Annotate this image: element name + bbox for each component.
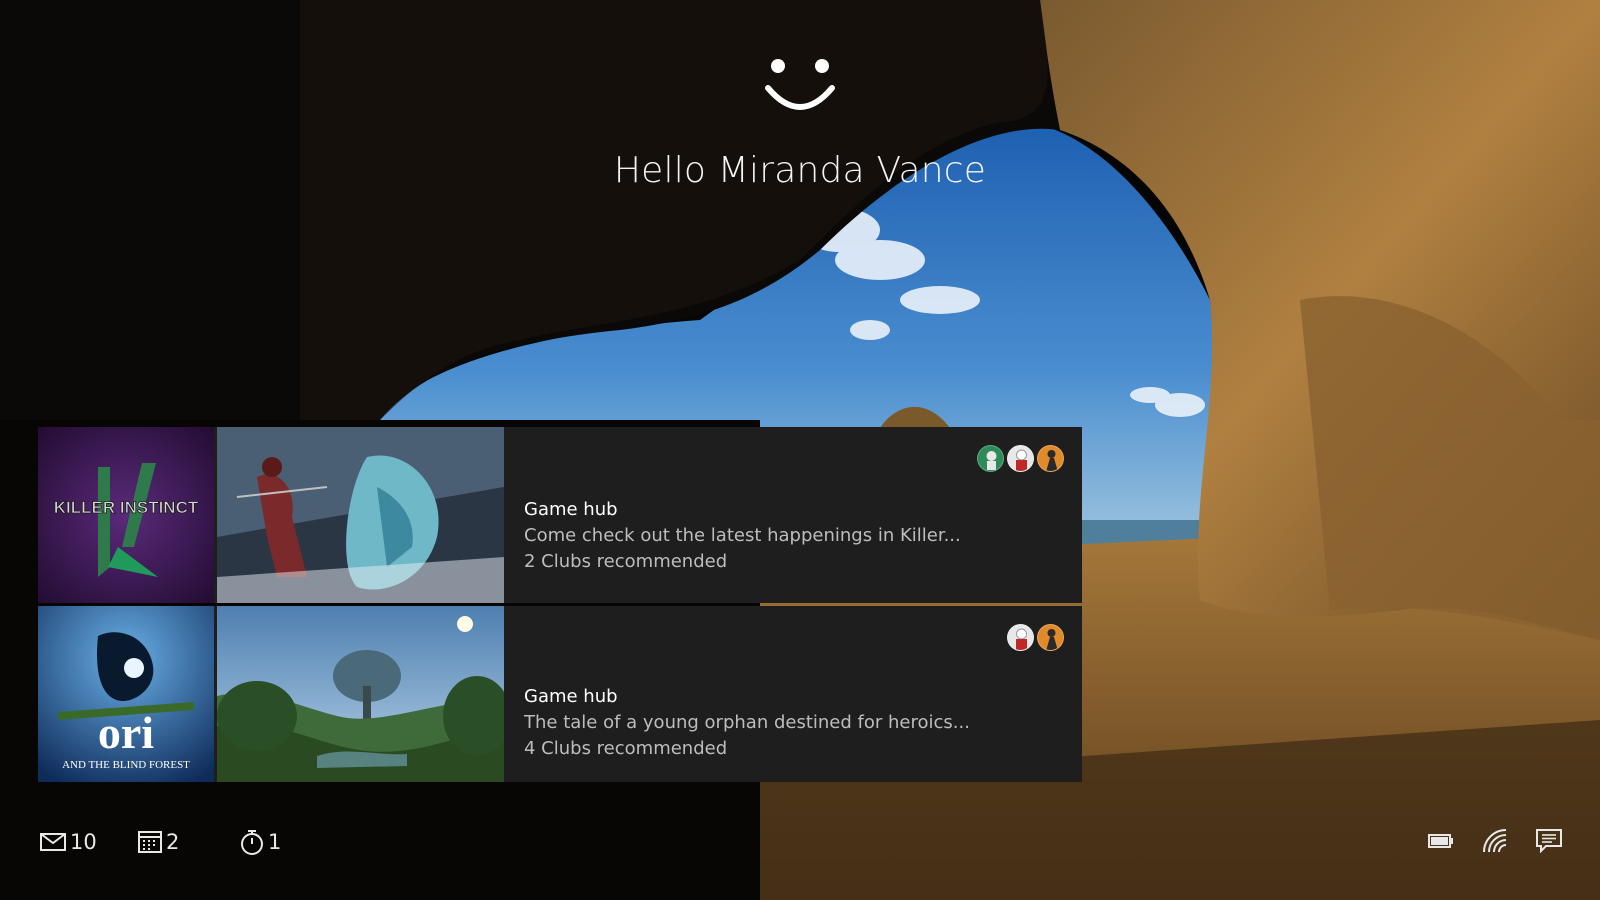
friend-avatar[interactable] [1007,624,1034,651]
game-hub-card-ori[interactable]: ori AND THE BLIND FOREST Game hub The ta… [38,606,1082,782]
clubs-recommended: 2 Clubs recommended [524,551,728,572]
ori-screenshot [217,606,504,782]
calendar-icon [138,831,162,853]
friend-avatar[interactable] [1007,445,1034,472]
friend-avatars [1007,624,1064,651]
game-hub-cards: KILLER INSTINCT Game hub Come check out … [38,427,1082,785]
friend-avatar[interactable] [1037,445,1064,472]
ori-box-art: ori AND THE BLIND FOREST [38,606,214,782]
card-description: Come check out the latest happenings in … [524,525,961,546]
mail-status[interactable]: 10 [40,826,97,858]
card-body: Game hub Come check out the latest happe… [504,427,1082,603]
smiley-face-icon [765,59,835,110]
card-body: Game hub The tale of a young orphan dest… [504,606,1082,782]
killer-instinct-screenshot [217,427,504,603]
mail-icon [40,833,66,851]
clubs-recommended: 4 Clubs recommended [524,738,728,759]
mail-count: 10 [70,830,97,854]
greeting-text: Hello Miranda Vance [613,150,987,191]
friend-avatar[interactable] [977,445,1004,472]
friend-avatar[interactable] [1037,624,1064,651]
wifi-icon[interactable] [1482,828,1508,854]
box-art-label: KILLER INSTINCT [54,498,199,517]
calendar-count: 2 [166,830,180,854]
alarm-clock-icon [241,830,263,855]
alarm-count: 1 [268,830,282,854]
alarm-status[interactable]: 1 [240,826,281,858]
calendar-status[interactable]: 2 [138,826,179,858]
killer-instinct-box-art: KILLER INSTINCT [38,427,214,603]
notifications-icon[interactable] [1536,829,1562,853]
card-title: Game hub [524,499,618,520]
box-art-sublabel: AND THE BLIND FOREST [62,759,190,771]
card-title: Game hub [524,686,618,707]
card-description: The tale of a young orphan destined for … [524,712,970,733]
battery-icon[interactable] [1428,834,1454,848]
friend-avatars [977,445,1064,472]
system-tray [1428,828,1562,854]
game-hub-card-killer-instinct[interactable]: KILLER INSTINCT Game hub Come check out … [38,427,1082,603]
box-art-label: ori [98,707,154,758]
